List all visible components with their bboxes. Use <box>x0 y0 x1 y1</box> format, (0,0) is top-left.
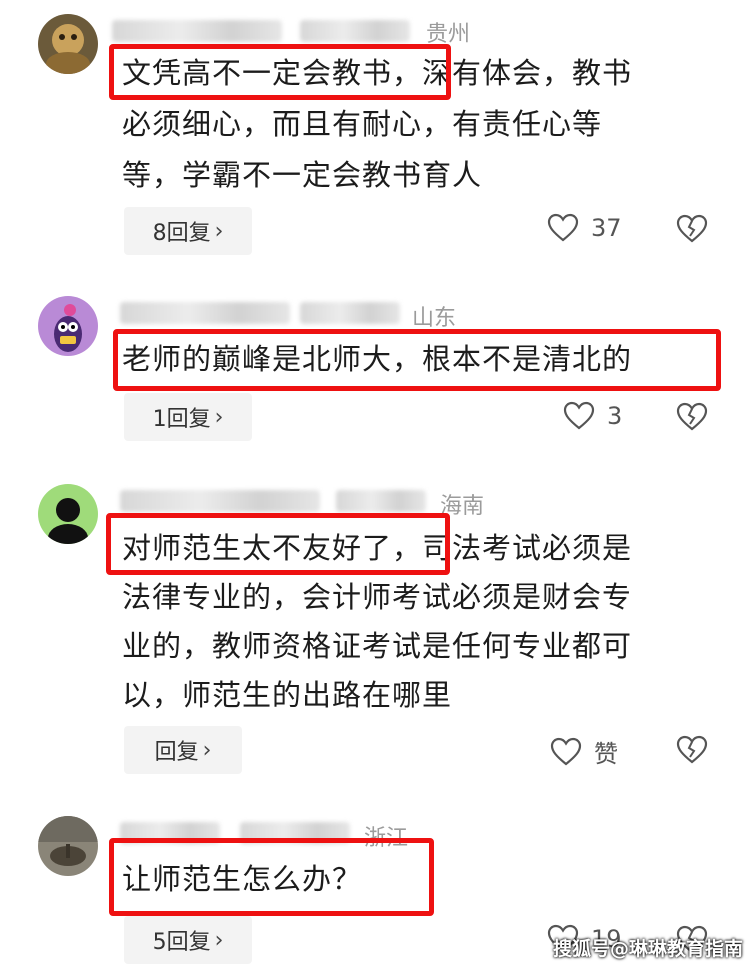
reply-label: 回复 <box>154 740 199 765</box>
broken-heart-icon <box>676 214 708 243</box>
comment-text-line: 以，师范生的出路在哪里 <box>122 678 453 712</box>
like-button[interactable]: 37 <box>547 213 622 243</box>
reply-button[interactable]: 8回复 › <box>124 207 252 255</box>
dislike-button[interactable] <box>676 402 708 436</box>
heart-outline-icon <box>563 401 595 430</box>
avatar[interactable] <box>38 14 98 74</box>
comment-text-line: 让师范生怎么办？ <box>122 862 363 896</box>
comment-text-line: 等，学霸不一定会教书育人 <box>122 158 483 192</box>
avatar[interactable] <box>38 816 98 876</box>
comment-text-line: 对师范生太不友好了，司法考试必须是 <box>122 531 633 565</box>
like-count: 37 <box>591 214 622 242</box>
location-label: 海南 <box>440 494 485 519</box>
reply-button[interactable]: 5回复 › <box>124 916 252 964</box>
reply-button[interactable]: 1回复 › <box>124 393 252 441</box>
comment-text-line: 业的，教师资格证考试是任何专业都可 <box>122 629 633 663</box>
like-button[interactable]: 3 <box>563 401 622 431</box>
avatar[interactable] <box>38 484 98 544</box>
avatar[interactable] <box>38 296 98 356</box>
chevron-right-icon: › <box>214 404 224 430</box>
reply-label: 1回复 <box>152 407 211 432</box>
comment-text-line: 文凭高不一定会教书，深有体会，教书 <box>122 56 633 90</box>
watermark: 搜狐号@琳琳教育指南 <box>552 938 743 960</box>
broken-heart-icon <box>676 735 708 764</box>
like-count: 赞 <box>594 740 618 768</box>
heart-outline-icon <box>550 737 582 765</box>
username-blurred <box>120 490 320 512</box>
chevron-right-icon: › <box>214 218 224 244</box>
username-blurred <box>120 302 290 324</box>
comment-text-line: 老师的巅峰是北师大，根本不是清北的 <box>122 342 633 376</box>
username-blurred <box>336 490 426 512</box>
username-blurred <box>112 20 282 42</box>
reply-button[interactable]: 回复 › <box>124 726 242 774</box>
broken-heart-icon <box>676 402 708 431</box>
dislike-button[interactable] <box>676 735 708 769</box>
heart-outline-icon <box>547 213 579 242</box>
like-count: 3 <box>607 402 623 430</box>
username-blurred <box>240 822 350 844</box>
reply-label: 5回复 <box>152 930 211 955</box>
location-label: 浙江 <box>364 826 409 851</box>
comment-text-line: 必须细心，而且有耐心，有责任心等 <box>122 107 603 141</box>
like-button[interactable]: 赞 <box>550 734 618 769</box>
username-blurred <box>120 822 220 844</box>
location-label: 贵州 <box>426 22 471 47</box>
dislike-button[interactable] <box>676 214 708 248</box>
username-blurred <box>300 302 400 324</box>
location-label: 山东 <box>412 306 457 331</box>
comment-text-line: 法律专业的，会计师考试必须是财会专 <box>122 580 633 614</box>
username-blurred <box>300 20 410 42</box>
chevron-right-icon: › <box>214 927 224 953</box>
chevron-right-icon: › <box>202 737 212 763</box>
reply-label: 8回复 <box>152 221 211 246</box>
